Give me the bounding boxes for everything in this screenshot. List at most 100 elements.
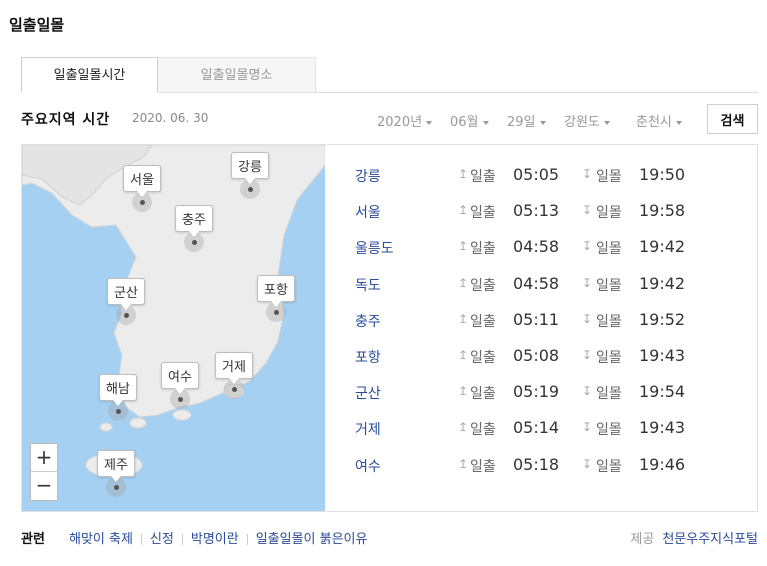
sunrise-label: 일출 <box>470 241 496 258</box>
pin-dot <box>116 409 121 414</box>
sunset-icon: ↧ <box>582 384 593 399</box>
city-name: 거제 <box>355 422 381 439</box>
city-select[interactable]: 춘천시 <box>636 111 682 130</box>
sunset-time: 19:42 <box>639 273 686 293</box>
chevron-down-icon <box>539 120 546 125</box>
provider-link[interactable]: 천문우주지식포털 <box>662 532 758 547</box>
month-select-value: 06월 <box>450 115 479 130</box>
city-select-value: 춘천시 <box>636 115 672 130</box>
sunrise-icon: ↥ <box>458 456 469 471</box>
pin-dot <box>274 310 279 315</box>
sunrise-label: 일출 <box>470 386 496 403</box>
sunrise-icon: ↥ <box>458 275 469 290</box>
sunset-icon: ↧ <box>582 311 593 326</box>
city-name: 군산 <box>355 386 381 403</box>
map-pin-label: 강릉 <box>231 152 269 179</box>
sunrise-time: 04:58 <box>513 237 560 257</box>
sunrise-icon: ↥ <box>458 239 469 254</box>
related-links: 해맞이 축제 신정 박명이란 일출일몰이 붉은이유 <box>69 528 367 547</box>
city-name: 강릉 <box>355 169 381 185</box>
pin-dot <box>192 240 197 245</box>
sunset-icon: ↧ <box>582 275 593 290</box>
map-pin-label: 해남 <box>99 374 137 401</box>
related-link-new-year[interactable]: 신정 <box>150 532 174 547</box>
city-name: 독도 <box>355 277 381 294</box>
map-land-shapes <box>22 145 325 478</box>
pin-dot <box>114 485 119 490</box>
sunset-time: 19:54 <box>639 382 686 402</box>
times-row: 서울 ↥ 일출 05:13 ↧ 일몰 19:58 <box>355 199 745 223</box>
times-row: 독도 ↥ 일출 04:58 ↧ 일몰 19:42 <box>355 272 745 296</box>
sunset-label: 일몰 <box>596 169 622 185</box>
sunrise-label: 일출 <box>470 169 496 185</box>
search-button[interactable]: 검색 <box>707 104 758 134</box>
page-title: 일출일몰 <box>9 16 65 34</box>
times-row: 군산 ↥ 일출 05:19 ↧ 일몰 19:54 <box>355 380 745 404</box>
sunrise-time: 05:13 <box>513 201 560 221</box>
tab-sunrise-sunset-spots[interactable]: 일출일몰명소 <box>158 57 316 93</box>
zoom-control: + − <box>30 443 58 501</box>
sunset-label: 일몰 <box>596 313 622 330</box>
day-select-value: 29일 <box>507 115 536 130</box>
related-link-twilight[interactable]: 박명이란 <box>191 532 239 547</box>
sunset-icon: ↧ <box>582 239 593 254</box>
sunset-time: 19:43 <box>639 418 686 438</box>
sunrise-label: 일출 <box>470 350 496 366</box>
city-name: 포항 <box>355 350 381 366</box>
sunrise-label: 일출 <box>470 422 496 439</box>
sunset-time: 19:58 <box>639 201 686 221</box>
sunrise-icon: ↥ <box>458 384 469 399</box>
map-pin-label: 충주 <box>175 205 213 232</box>
sunrise-time: 05:19 <box>513 382 560 402</box>
sunrise-icon: ↥ <box>458 311 469 326</box>
province-select[interactable]: 강원도 <box>564 111 610 130</box>
sunset-label: 일몰 <box>596 205 622 222</box>
times-row: 강릉 ↥ 일출 05:05 ↧ 일몰 19:50 <box>355 163 745 187</box>
tab-sunrise-sunset-times[interactable]: 일출일몰시간 <box>21 57 158 93</box>
sunrise-label: 일출 <box>470 458 496 475</box>
sunset-icon: ↧ <box>582 167 593 181</box>
sunset-icon: ↧ <box>582 348 593 362</box>
sunrise-time: 05:14 <box>513 418 560 438</box>
sunrise-label: 일출 <box>470 205 496 222</box>
pin-dot <box>178 397 183 402</box>
month-select[interactable]: 06월 <box>450 111 489 130</box>
related-link-sunrise-festival[interactable]: 해맞이 축제 <box>69 532 133 547</box>
sunrise-time: 05:05 <box>513 165 560 184</box>
related-link-red-sunset[interactable]: 일출일몰이 붉은이유 <box>256 532 368 547</box>
day-select[interactable]: 29일 <box>507 111 546 130</box>
chevron-down-icon <box>426 120 433 125</box>
city-name: 울릉도 <box>355 241 394 258</box>
related-footer: 관련 해맞이 축제 신정 박명이란 일출일몰이 붉은이유 제공 천문우주지식포털 <box>21 528 758 548</box>
divider <box>181 534 183 545</box>
sunrise-label: 일출 <box>470 277 496 294</box>
times-row: 포항 ↥ 일출 05:08 ↧ 일몰 19:43 <box>355 344 745 368</box>
year-select[interactable]: 2020년 <box>377 111 433 130</box>
sunset-time: 19:46 <box>639 454 686 474</box>
map-pin-label: 제주 <box>97 450 135 477</box>
map-pin-label: 포항 <box>257 275 295 302</box>
sunrise-time: 05:08 <box>513 346 560 365</box>
city-name: 여수 <box>355 458 381 475</box>
korea-map[interactable]: 강릉 서울 충주 군산 포항 여수 거제 해남 제주 + − <box>22 145 325 511</box>
section-date: 2020. 06. 30 <box>132 111 209 125</box>
sunset-label: 일몰 <box>596 386 622 403</box>
sunset-icon: ↧ <box>582 420 593 435</box>
content-panel: 강릉 서울 충주 군산 포항 여수 거제 해남 제주 + − 강릉 ↥ 일출 0… <box>21 144 758 512</box>
sunset-time: 19:43 <box>639 346 686 365</box>
zoom-in-button[interactable]: + <box>31 444 57 472</box>
sunset-label: 일몰 <box>596 350 622 366</box>
zoom-out-button[interactable]: − <box>31 472 57 500</box>
pin-dot <box>124 313 129 318</box>
chevron-down-icon <box>603 120 610 125</box>
sunset-label: 일몰 <box>596 277 622 294</box>
times-row: 여수 ↥ 일출 05:18 ↧ 일몰 19:46 <box>355 453 745 477</box>
provider-label: 제공 <box>630 532 655 547</box>
pin-dot <box>232 387 237 392</box>
sunset-icon: ↧ <box>582 456 593 471</box>
sunrise-icon: ↥ <box>458 420 469 435</box>
pin-dot <box>248 187 253 192</box>
province-select-value: 강원도 <box>564 115 600 130</box>
divider <box>246 534 248 545</box>
sunrise-icon: ↥ <box>458 203 469 218</box>
